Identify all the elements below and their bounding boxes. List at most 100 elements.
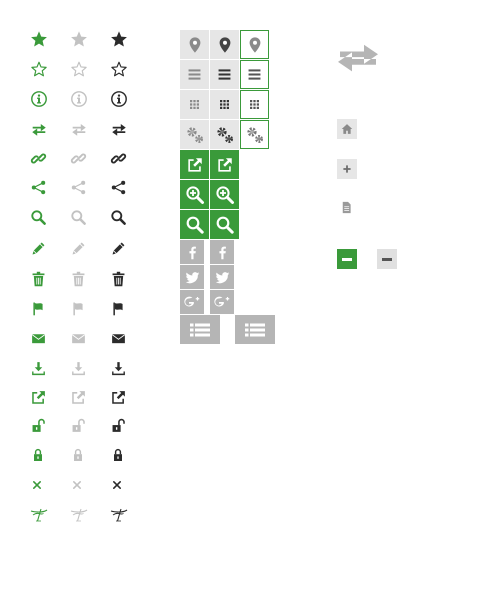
star-outline-icon[interactable] bbox=[30, 60, 48, 78]
zoom-in-tile[interactable] bbox=[210, 180, 239, 209]
external-link-tile[interactable] bbox=[210, 150, 239, 179]
facebook-tile[interactable] bbox=[210, 240, 234, 264]
info-icon[interactable] bbox=[110, 90, 128, 108]
swap-arrows-large-icon[interactable] bbox=[336, 43, 380, 77]
link-icon[interactable] bbox=[110, 150, 127, 167]
zoom-in-icon bbox=[185, 185, 205, 205]
map-pin-icon bbox=[246, 36, 264, 54]
menu-tile-dark[interactable] bbox=[210, 60, 239, 89]
star-filled-icon[interactable] bbox=[110, 30, 128, 48]
signature-icon[interactable] bbox=[29, 505, 49, 525]
gears-icon bbox=[215, 125, 235, 145]
close-icon[interactable] bbox=[29, 477, 45, 493]
star-filled-icon[interactable] bbox=[70, 30, 88, 48]
collapse-toggle-inactive[interactable] bbox=[377, 249, 397, 269]
external-link-icon[interactable] bbox=[70, 389, 87, 406]
grid-tile-light[interactable] bbox=[180, 90, 209, 119]
trash-icon[interactable] bbox=[70, 270, 87, 288]
close-icon[interactable] bbox=[109, 477, 125, 493]
external-link-icon[interactable] bbox=[110, 389, 127, 406]
lock-icon[interactable] bbox=[30, 447, 46, 463]
home-button[interactable] bbox=[337, 119, 357, 139]
envelope-icon[interactable] bbox=[70, 330, 87, 347]
list-button-1[interactable] bbox=[180, 315, 220, 344]
pin-tile-dark[interactable] bbox=[210, 30, 239, 59]
star-outline-icon[interactable] bbox=[70, 60, 88, 78]
list-button-2[interactable] bbox=[235, 315, 275, 344]
flag-icon[interactable] bbox=[110, 300, 127, 317]
envelope-icon[interactable] bbox=[30, 330, 47, 347]
pin-tile-outlined[interactable] bbox=[240, 30, 269, 59]
twitter-tile[interactable] bbox=[210, 265, 234, 289]
menu-tile-outlined[interactable] bbox=[240, 60, 269, 89]
minus-icon bbox=[382, 257, 392, 261]
link-icon[interactable] bbox=[70, 150, 87, 167]
flag-icon[interactable] bbox=[30, 300, 47, 317]
menu-icon bbox=[216, 66, 233, 83]
gears-icon bbox=[185, 125, 205, 145]
lock-icon[interactable] bbox=[110, 447, 126, 463]
info-icon[interactable] bbox=[30, 90, 48, 108]
grid-icon bbox=[247, 97, 262, 112]
pin-tile-light[interactable] bbox=[180, 30, 209, 59]
grid-icon bbox=[187, 97, 202, 112]
swap-arrows-icon[interactable] bbox=[70, 120, 88, 138]
search-tile[interactable] bbox=[180, 210, 209, 239]
twitter-icon bbox=[184, 269, 201, 286]
google-plus-tile[interactable] bbox=[210, 290, 234, 314]
trash-icon[interactable] bbox=[110, 270, 127, 288]
twitter-tile[interactable] bbox=[180, 265, 204, 289]
collapse-toggle-active[interactable] bbox=[337, 249, 357, 269]
grid-tile-outlined[interactable] bbox=[240, 90, 269, 119]
unlock-icon[interactable] bbox=[70, 417, 87, 434]
download-icon[interactable] bbox=[30, 360, 47, 377]
menu-icon bbox=[186, 66, 203, 83]
zoom-in-tile[interactable] bbox=[180, 180, 209, 209]
pencil-icon[interactable] bbox=[110, 240, 127, 257]
facebook-icon bbox=[184, 244, 201, 261]
swap-arrows-icon[interactable] bbox=[110, 120, 128, 138]
flag-icon[interactable] bbox=[70, 300, 87, 317]
gears-tile-outlined[interactable] bbox=[240, 120, 269, 149]
download-icon[interactable] bbox=[70, 360, 87, 377]
signature-icon[interactable] bbox=[69, 505, 89, 525]
twitter-icon bbox=[214, 269, 231, 286]
star-outline-icon[interactable] bbox=[110, 60, 128, 78]
signature-icon[interactable] bbox=[109, 505, 129, 525]
document-icon[interactable] bbox=[339, 199, 354, 216]
share-icon[interactable] bbox=[30, 179, 47, 196]
unlock-icon[interactable] bbox=[30, 417, 47, 434]
link-icon[interactable] bbox=[30, 150, 47, 167]
search-tile[interactable] bbox=[210, 210, 239, 239]
swap-arrows-icon[interactable] bbox=[30, 120, 48, 138]
gears-tile-dark[interactable] bbox=[210, 120, 239, 149]
gears-icon bbox=[245, 125, 265, 145]
map-pin-icon bbox=[216, 36, 234, 54]
close-icon[interactable] bbox=[69, 477, 85, 493]
unlock-icon[interactable] bbox=[110, 417, 127, 434]
facebook-tile[interactable] bbox=[180, 240, 204, 264]
google-plus-icon bbox=[214, 296, 230, 307]
google-plus-tile[interactable] bbox=[180, 290, 204, 314]
search-icon[interactable] bbox=[30, 209, 47, 226]
grid-tile-dark[interactable] bbox=[210, 90, 239, 119]
pencil-icon[interactable] bbox=[70, 240, 87, 257]
external-link-tile[interactable] bbox=[180, 150, 209, 179]
facebook-icon bbox=[214, 244, 231, 261]
share-icon[interactable] bbox=[110, 179, 127, 196]
external-link-icon bbox=[216, 156, 234, 174]
share-icon[interactable] bbox=[70, 179, 87, 196]
info-icon[interactable] bbox=[70, 90, 88, 108]
menu-tile-light[interactable] bbox=[180, 60, 209, 89]
search-icon[interactable] bbox=[110, 209, 127, 226]
envelope-icon[interactable] bbox=[110, 330, 127, 347]
gears-tile-light[interactable] bbox=[180, 120, 209, 149]
lock-icon[interactable] bbox=[70, 447, 86, 463]
star-filled-icon[interactable] bbox=[30, 30, 48, 48]
plus-button[interactable] bbox=[337, 159, 357, 179]
external-link-icon[interactable] bbox=[30, 389, 47, 406]
pencil-icon[interactable] bbox=[30, 240, 47, 257]
trash-icon[interactable] bbox=[30, 270, 47, 288]
download-icon[interactable] bbox=[110, 360, 127, 377]
search-icon[interactable] bbox=[70, 209, 87, 226]
